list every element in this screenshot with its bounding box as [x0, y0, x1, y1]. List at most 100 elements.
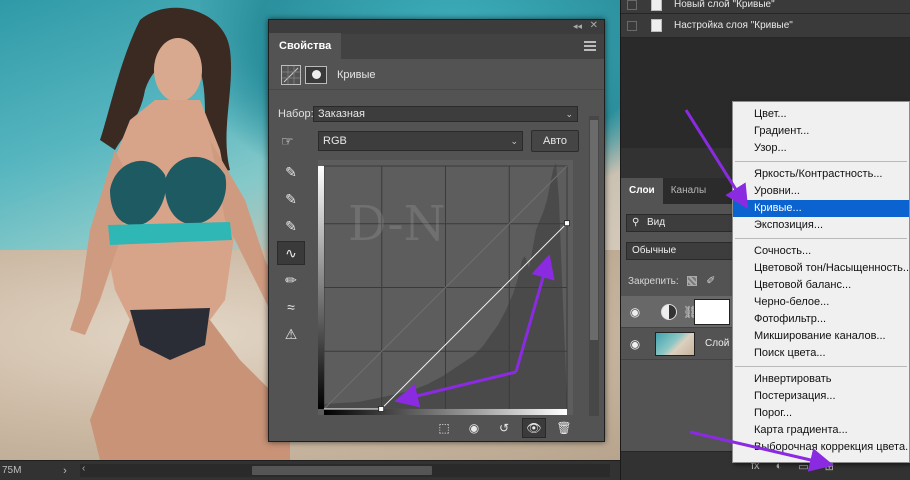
menu-item[interactable]: Порог...: [733, 405, 909, 422]
model-figure: [70, 7, 290, 460]
menu-item[interactable]: Цветовой баланс...: [733, 277, 909, 294]
menu-separator: [735, 161, 907, 162]
curves-adjustment-icon[interactable]: [281, 64, 301, 85]
menu-item[interactable]: Выборочная коррекция цвета...: [733, 439, 909, 456]
menu-item[interactable]: Карта градиента...: [733, 422, 909, 439]
history-item-label: Настройка слоя "Кривые": [674, 20, 793, 31]
menu-item[interactable]: Поиск цвета...: [733, 345, 909, 362]
curve-control-point[interactable]: [378, 406, 385, 412]
history-checkbox[interactable]: [627, 0, 637, 10]
blend-mode-value: Обычные: [632, 245, 677, 256]
clip-to-layer-icon[interactable]: ⬚: [432, 418, 456, 438]
close-icon[interactable]: ✕: [590, 20, 598, 31]
targeted-adjustment-icon[interactable]: ☞: [281, 133, 303, 149]
view-previous-state-icon[interactable]: ◉: [462, 418, 486, 438]
eye-icon[interactable]: ◉: [621, 337, 649, 351]
menu-item[interactable]: Фотофильтр...: [733, 311, 909, 328]
menu-item[interactable]: Кривые...: [733, 200, 909, 217]
menu-item[interactable]: Черно-белое...: [733, 294, 909, 311]
menu-item[interactable]: Цветовой тон/Насыщенность...: [733, 260, 909, 277]
layer-filter-select[interactable]: ⚲ Вид: [626, 214, 736, 232]
history-panel: Новый слой "Кривые" Настройка слоя "Крив…: [621, 0, 910, 38]
channel-select[interactable]: RGB ⌄: [318, 131, 523, 151]
horizontal-scroll-thumb[interactable]: [252, 466, 432, 475]
gray-point-eyedropper-icon[interactable]: ✎: [277, 187, 305, 211]
output-gradient-bar: [318, 166, 324, 409]
photoshop-window: 75M › ‹ ◂◂ ✕ Свойства Кривые Набор: Зака…: [0, 0, 910, 480]
link-chain-icon[interactable]: ⛓: [683, 305, 698, 319]
chevron-down-icon: ⌄: [565, 109, 573, 119]
blend-mode-select[interactable]: Обычные: [626, 242, 736, 260]
tab-layers[interactable]: Слои: [621, 178, 663, 204]
lock-pixels-icon[interactable]: ✐: [706, 275, 715, 287]
history-item[interactable]: Настройка слоя "Кривые": [621, 14, 910, 38]
layer-thumbnail[interactable]: [655, 331, 695, 356]
menu-separator: [735, 238, 907, 239]
adjustment-layer-icon: [661, 303, 677, 320]
search-icon: ⚲: [632, 217, 640, 228]
menu-item[interactable]: Градиент...: [733, 123, 909, 140]
properties-scroll-thumb[interactable]: [590, 120, 598, 340]
zoom-level[interactable]: 75M: [0, 465, 58, 476]
menu-item[interactable]: Постеризация...: [733, 388, 909, 405]
properties-header: Кривые: [269, 60, 604, 90]
menu-item[interactable]: Цвет...: [733, 106, 909, 123]
white-point-eyedropper-icon[interactable]: ✎: [277, 214, 305, 238]
curve-control-point[interactable]: [564, 220, 570, 227]
black-point-eyedropper-icon[interactable]: ✎: [277, 160, 305, 184]
layer-mask-icon[interactable]: [305, 65, 327, 84]
eye-icon[interactable]: ◉: [621, 305, 649, 319]
menu-item[interactable]: Уровни...: [733, 183, 909, 200]
reset-icon[interactable]: ↺: [492, 418, 516, 438]
smooth-curve-icon[interactable]: ≈: [277, 295, 305, 319]
menu-item[interactable]: Сочность...: [733, 243, 909, 260]
lock-row: Закрепить: ✐: [628, 274, 715, 287]
horizontal-scrollbar[interactable]: ‹: [80, 463, 610, 477]
menu-item[interactable]: Экспозиция...: [733, 217, 909, 234]
document-icon: [651, 19, 662, 32]
layer-mask-thumbnail[interactable]: [694, 298, 730, 325]
tab-properties[interactable]: Свойства: [269, 33, 342, 59]
edit-points-curve-icon[interactable]: ∿: [277, 241, 305, 265]
history-checkbox[interactable]: [627, 20, 637, 31]
preset-select[interactable]: Заказная ⌄: [313, 106, 578, 122]
panel-menu-icon[interactable]: [584, 41, 596, 51]
adjustment-title: Кривые: [337, 68, 376, 81]
tab-channels[interactable]: Каналы: [663, 178, 715, 204]
auto-button[interactable]: Авто: [531, 130, 579, 152]
curves-graph[interactable]: D-N: [318, 160, 573, 415]
channel-value: RGB: [323, 135, 347, 147]
adjustment-layer-menu: Цвет... Градиент... Узор... Яркость/Контрас…: [732, 101, 910, 463]
panel-titlebar[interactable]: ◂◂ ✕: [269, 20, 604, 34]
properties-scrollbar[interactable]: [589, 116, 599, 416]
chevron-down-icon: ⌄: [510, 136, 518, 146]
properties-footer: ⬚ ◉ ↺ 👁 🗑: [269, 413, 606, 443]
status-arrow-icon[interactable]: ›: [58, 465, 72, 477]
history-item[interactable]: Новый слой "Кривые": [621, 0, 910, 14]
history-item-label: Новый слой "Кривые": [674, 0, 775, 10]
menu-item[interactable]: Яркость/Контрастность...: [733, 166, 909, 183]
menu-item[interactable]: Узор...: [733, 140, 909, 157]
preset-row: Набор: Заказная ⌄: [269, 104, 606, 124]
scroll-left-icon[interactable]: ‹: [82, 463, 85, 474]
preset-value: Заказная: [318, 108, 366, 120]
pencil-draw-icon[interactable]: ✏: [277, 268, 305, 292]
menu-separator: [735, 366, 907, 367]
status-bar: 75M › ‹: [0, 460, 620, 480]
curve-tools: ✎ ✎ ✎ ∿ ✏ ≈ ⚠: [277, 160, 307, 349]
preset-label: Набор:: [278, 108, 314, 120]
delete-icon[interactable]: 🗑: [552, 418, 576, 438]
lock-label: Закрепить:: [628, 276, 679, 287]
watermark-text: D-N: [348, 196, 446, 252]
menu-item[interactable]: Инвертировать: [733, 371, 909, 388]
clipping-warning-icon[interactable]: ⚠: [277, 322, 305, 346]
visibility-eye-icon[interactable]: 👁: [522, 418, 546, 438]
layer-filter-value: Вид: [647, 217, 666, 228]
properties-panel: ◂◂ ✕ Свойства Кривые Набор: Заказная ⌄ ☞…: [268, 19, 605, 442]
collapse-icon[interactable]: ◂◂: [573, 21, 582, 32]
menu-item[interactable]: Микширование каналов...: [733, 328, 909, 345]
curve-plot[interactable]: D-N: [318, 160, 573, 415]
lock-transparent-icon[interactable]: [687, 276, 698, 287]
document-icon: [651, 0, 662, 11]
properties-tabbar: Свойства: [269, 33, 604, 60]
